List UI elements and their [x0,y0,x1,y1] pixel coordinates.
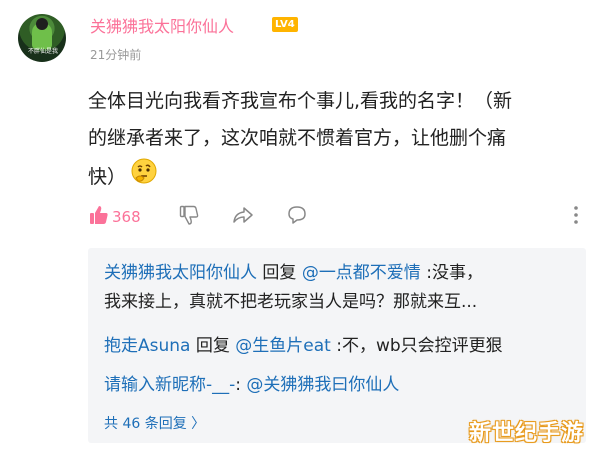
reply-text: :不，wb只会控评更狠 [330,336,503,356]
reply-item-2[interactable]: 抱走Asuna 回复 @生鱼片eat :不，wb只会控评更狠 [104,332,503,360]
comment-line-3-text: 快） [88,166,127,188]
reply-author[interactable]: 请输入新昵称-__- [104,375,235,395]
comment-bubble-icon [288,206,306,224]
level-badge: LV4 [272,17,298,32]
reply-verb: : [235,375,247,395]
reply-list: 关狒狒我太阳你仙人 回复 @一点都不爱情 :没事， 我来接上，真就不把老玩家当人… [88,248,586,443]
comment-actions: 368 [88,204,588,230]
reply-target[interactable]: @一点都不爱情 [302,263,421,283]
comment-time: 21分钟前 [90,48,142,62]
avatar-text: 不胖仙是我 [28,48,59,55]
avatar[interactable]: 不胖仙是我 [18,14,66,62]
reply-text: :没事， [420,263,483,283]
more-vertical-icon [574,206,578,224]
reply-verb: 回复 [257,263,302,283]
comment-text: 全体目光向我看齐我宣布个事儿,看我的名字！（新 的继承者来了，这次咱就不惯着官方… [88,83,588,198]
comment-line-2: 的继承者来了，这次咱就不惯着官方，让他删个痛 [88,127,507,149]
share-button[interactable] [231,204,255,230]
view-more-replies-link[interactable]: 共 46 条回复 〉 [104,413,205,433]
comment-username[interactable]: 关狒狒我太阳你仙人 [90,13,234,37]
reply-item-3[interactable]: 请输入新昵称-__-: @关狒狒我曰你仙人 [104,371,399,399]
thumbs-down-icon [179,205,199,225]
like-count: 368 [112,208,141,226]
thumbs-up-icon [90,206,108,224]
comment-line-1: 全体目光向我看齐我宣布个事儿,看我的名字！（新 [88,90,513,112]
reply-target[interactable]: @关狒狒我曰你仙人 [246,375,399,395]
comment-line-3: 快） [88,157,588,198]
share-icon [233,207,253,223]
reply-target[interactable]: @生鱼片eat [235,336,331,356]
watermark: 新世纪手游 [468,421,584,446]
thinking-face-icon [130,157,158,198]
like-button[interactable] [88,204,110,230]
reply-verb: 回复 [190,336,236,356]
more-options-button[interactable] [572,204,580,230]
avatar-head [36,18,48,30]
reply-item-1-continuation: 我来接上，真就不把老玩家当人是吗？那就来互... [104,292,478,312]
reply-author[interactable]: 抱走Asuna [104,336,190,356]
reply-button[interactable] [285,204,309,230]
reply-item-1[interactable]: 关狒狒我太阳你仙人 回复 @一点都不爱情 :没事， [104,259,483,287]
dislike-button[interactable] [178,204,200,230]
reply-author[interactable]: 关狒狒我太阳你仙人 [104,263,257,283]
